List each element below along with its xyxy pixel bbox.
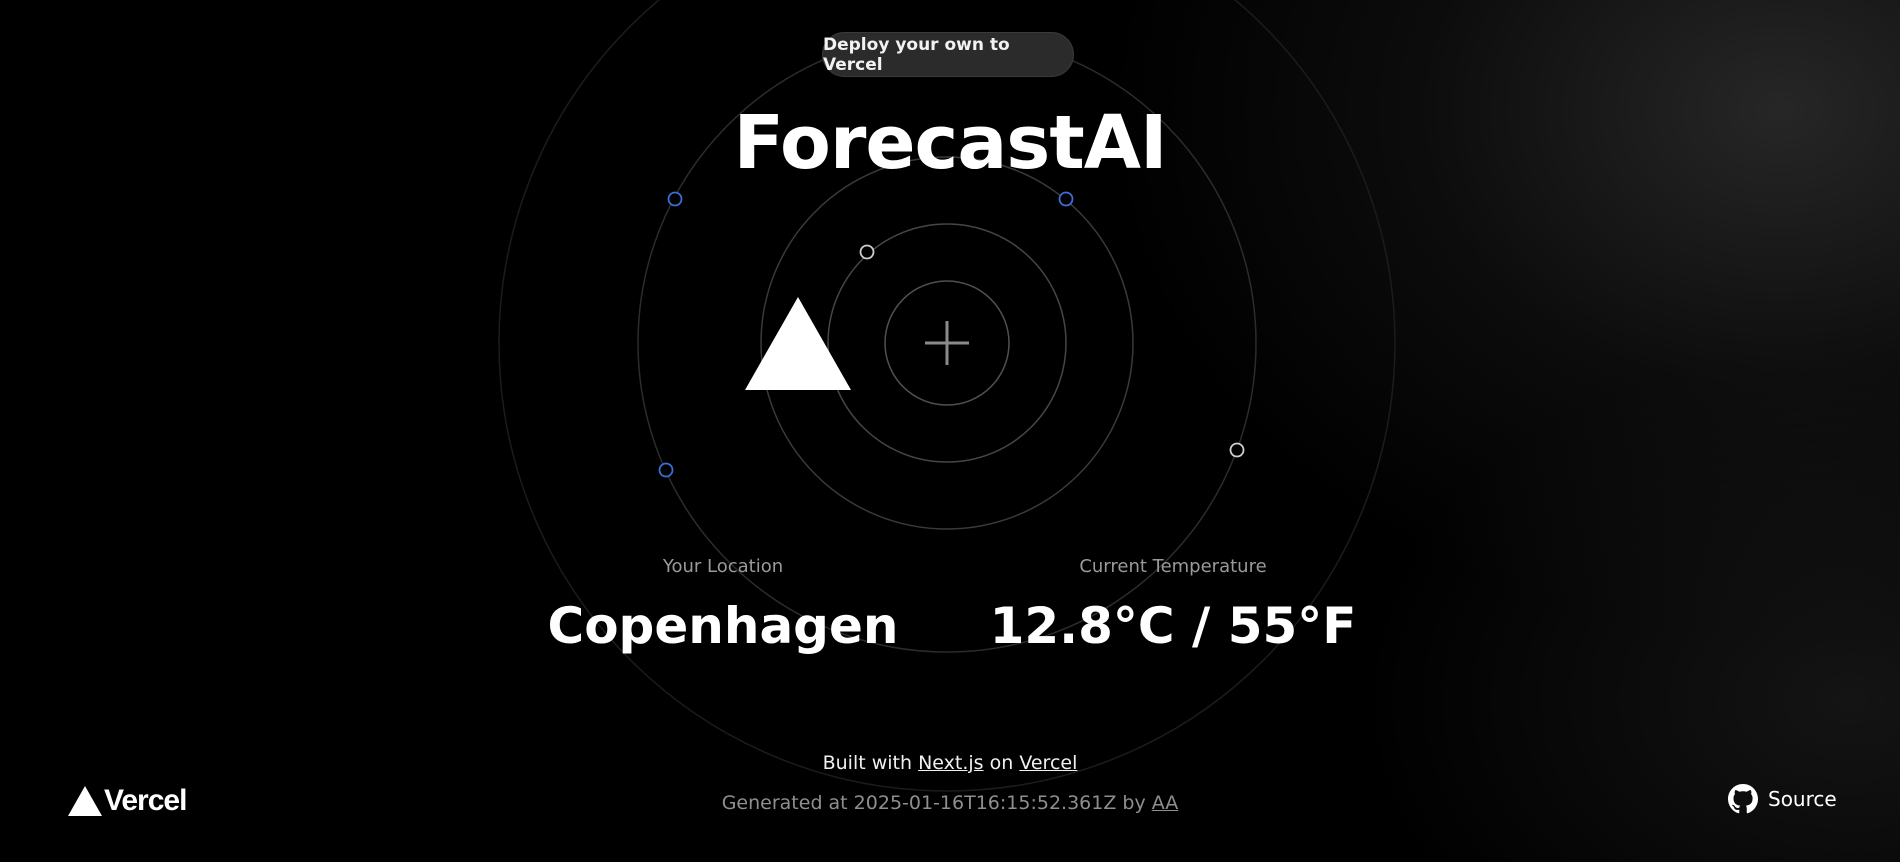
location-label: Your Location bbox=[662, 556, 784, 577]
orbit-ring-2 bbox=[827, 223, 1067, 463]
built-on-text: on bbox=[989, 752, 1014, 774]
orbit-node-white bbox=[859, 244, 875, 260]
temperature-label: Current Temperature bbox=[1079, 556, 1267, 577]
location-value: Copenhagen bbox=[547, 597, 899, 655]
author-link[interactable]: AA bbox=[1152, 792, 1179, 814]
orbit-node-blue bbox=[667, 191, 683, 207]
orbit-node-blue bbox=[1058, 191, 1074, 207]
vercel-triangle-icon bbox=[745, 297, 851, 390]
orbit-node-blue bbox=[658, 462, 674, 478]
vercel-logo-icon bbox=[68, 786, 102, 816]
vercel-logo-text: Vercel bbox=[104, 784, 187, 817]
generated-at-line: Generated at 2025-01-16T16:15:52.361Z by… bbox=[0, 792, 1900, 814]
plus-icon bbox=[925, 321, 969, 365]
temperature-value: 12.8°C / 55°F bbox=[989, 597, 1357, 655]
orbit-node-white bbox=[1229, 442, 1245, 458]
built-with-line: Built with Next.js on Vercel bbox=[0, 752, 1900, 774]
built-with-prefix: Built with bbox=[822, 752, 913, 774]
vercel-link[interactable]: Vercel bbox=[1019, 752, 1077, 774]
orbit-ring-3 bbox=[760, 156, 1134, 530]
source-label: Source bbox=[1768, 787, 1837, 811]
page-title: ForecastAI bbox=[733, 100, 1167, 186]
orbit-ring-inner bbox=[884, 280, 1010, 406]
nextjs-link[interactable]: Next.js bbox=[918, 752, 983, 774]
deploy-to-vercel-button[interactable]: Deploy your own to Vercel bbox=[822, 32, 1074, 77]
page: Deploy your own to Vercel ForecastAI You… bbox=[0, 0, 1900, 862]
source-link[interactable]: Source bbox=[1728, 784, 1837, 814]
generated-at-text: Generated at 2025-01-16T16:15:52.361Z by bbox=[721, 792, 1146, 814]
vercel-logo-link[interactable]: Vercel bbox=[68, 784, 187, 818]
github-icon bbox=[1728, 784, 1758, 814]
